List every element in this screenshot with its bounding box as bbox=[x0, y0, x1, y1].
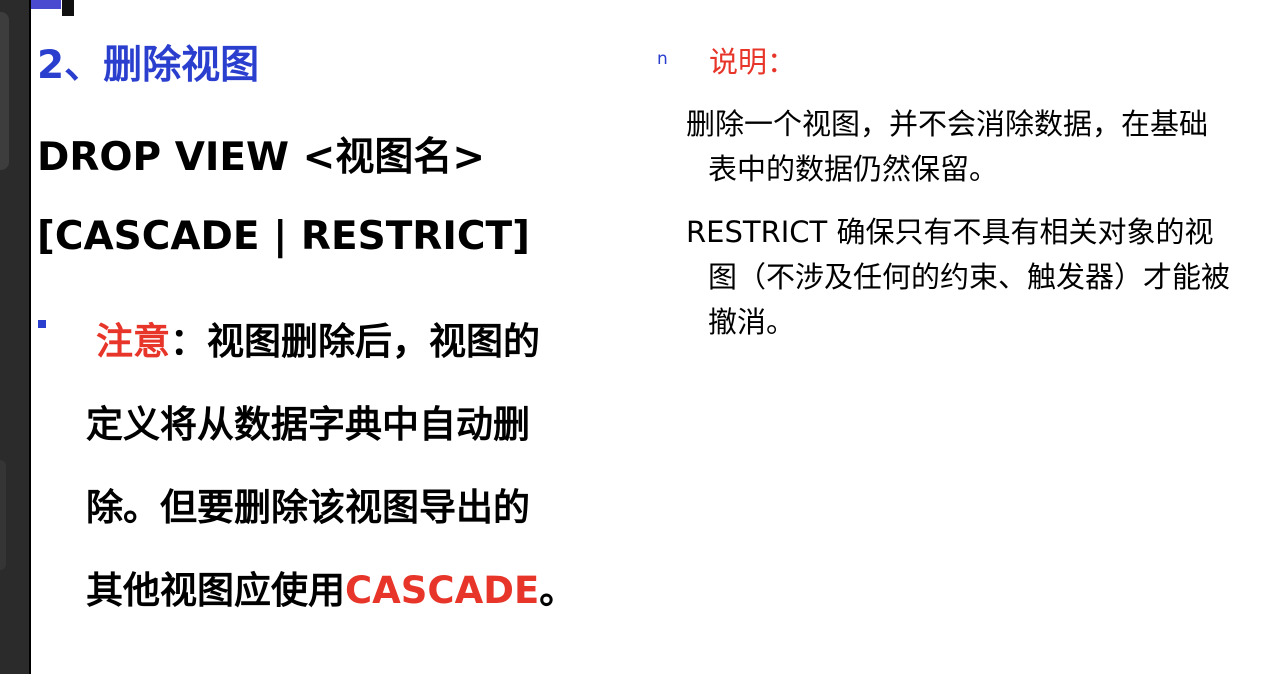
para2-line3: 撤消。 bbox=[708, 305, 796, 339]
para2-line1: RESTRICT 确保只有不具有相关对象的视 bbox=[686, 215, 1214, 249]
note-line4: 其他视图应使用CASCADE。 bbox=[86, 549, 626, 632]
viewer-sidebar bbox=[0, 0, 29, 674]
note-line4-prefix: 其他视图应使用 bbox=[86, 569, 345, 612]
sidebar-tab[interactable] bbox=[0, 12, 9, 170]
note-line4-suffix: 。 bbox=[539, 569, 577, 612]
note-line2: 定义将从数据字典中自动删 bbox=[86, 403, 530, 446]
bullet-n-icon: n bbox=[657, 49, 668, 69]
corner-decoration-dark bbox=[62, 0, 74, 16]
corner-decoration bbox=[31, 0, 61, 9]
note-line3: 除。但要删除该视图导出的 bbox=[86, 486, 530, 529]
syntax-line-drop-view: DROP VIEW <视图名> bbox=[37, 135, 486, 180]
note-label: 注意 bbox=[96, 320, 170, 363]
sidebar-tab-lower[interactable] bbox=[0, 460, 6, 570]
explanation-paragraph-1: 删除一个视图，并不会消除数据，在基础 表中的数据仍然保留。 bbox=[686, 102, 1208, 192]
para2-line2: 图（不涉及任何的约束、触发器）才能被 bbox=[708, 260, 1231, 294]
slide-left-edge bbox=[29, 0, 31, 674]
para1-line2: 表中的数据仍然保留。 bbox=[708, 152, 999, 186]
note-line1: 视图删除后，视图的 bbox=[207, 320, 540, 363]
para1-line1: 删除一个视图，并不会消除数据，在基础 bbox=[686, 107, 1209, 141]
bullet-square-icon bbox=[38, 320, 46, 328]
slide-title: 2、删除视图 bbox=[37, 43, 260, 88]
note-block: 注意：视图删除后，视图的 定义将从数据字典中自动删 除。但要删除该视图导出的 其… bbox=[86, 300, 626, 632]
explanation-paragraph-2: RESTRICT 确保只有不具有相关对象的视 图（不涉及任何的约束、触发器）才能… bbox=[686, 210, 1230, 345]
syntax-line-options: [CASCADE | RESTRICT] bbox=[37, 214, 530, 259]
explanation-heading: 说明： bbox=[709, 45, 797, 79]
cascade-keyword: CASCADE bbox=[345, 569, 540, 612]
note-colon: ： bbox=[170, 320, 207, 363]
